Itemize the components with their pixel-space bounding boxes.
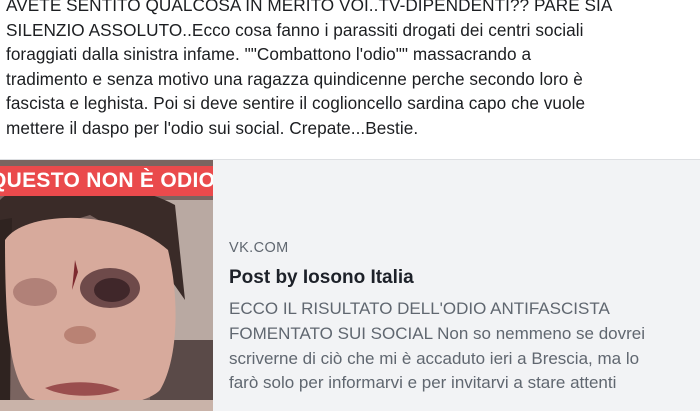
link-description-line: scriverne di ciò che mi è accaduto ieri … xyxy=(229,348,640,368)
post-text-line: AVETE SENTITO QUALCOSA IN MERITO VOI..TV… xyxy=(6,0,613,15)
link-description-line: FOMENTATO SUI SOCIAL Non so nemmeno se d… xyxy=(229,323,646,343)
link-preview-meta: VK.COM Post by Iosono Italia ECCO IL RIS… xyxy=(229,238,699,396)
link-domain: VK.COM xyxy=(229,240,289,256)
link-title[interactable]: Post by Iosono Italia xyxy=(229,265,699,291)
post-text-line: fascista e leghista. Poi si deve sentire… xyxy=(6,93,586,114)
link-description-line: ECCO IL RISULTATO DELL'ODIO ANTIFASCISTA xyxy=(229,299,610,318)
post-text-line: foraggiati dalla sinistra infame. ""Comb… xyxy=(6,44,532,65)
link-description-line: farò solo per informarvi e per invitarvi… xyxy=(229,373,617,393)
thumbnail-banner: QUESTO NON È ODIO xyxy=(0,166,213,196)
thumbnail-photo xyxy=(0,160,213,411)
post-text: AVETE SENTITO QUALCOSA IN MERITO VOI..TV… xyxy=(0,0,700,158)
post-text-line: SILENZIO ASSOLUTO..Ecco cosa fanno i par… xyxy=(6,19,584,40)
post-text-line: mettere il daspo per l'odio sui social. … xyxy=(6,117,419,138)
link-description: ECCO IL RISULTATO DELL'ODIO ANTIFASCISTA… xyxy=(229,297,699,396)
post-text-line: tradimento e senza motivo una ragazza qu… xyxy=(6,68,583,89)
link-preview-thumbnail[interactable]: QUESTO NON È ODIO xyxy=(0,160,213,411)
link-preview-card[interactable]: QUESTO NON È ODIO VK.COM Post by Iosono … xyxy=(0,159,700,411)
